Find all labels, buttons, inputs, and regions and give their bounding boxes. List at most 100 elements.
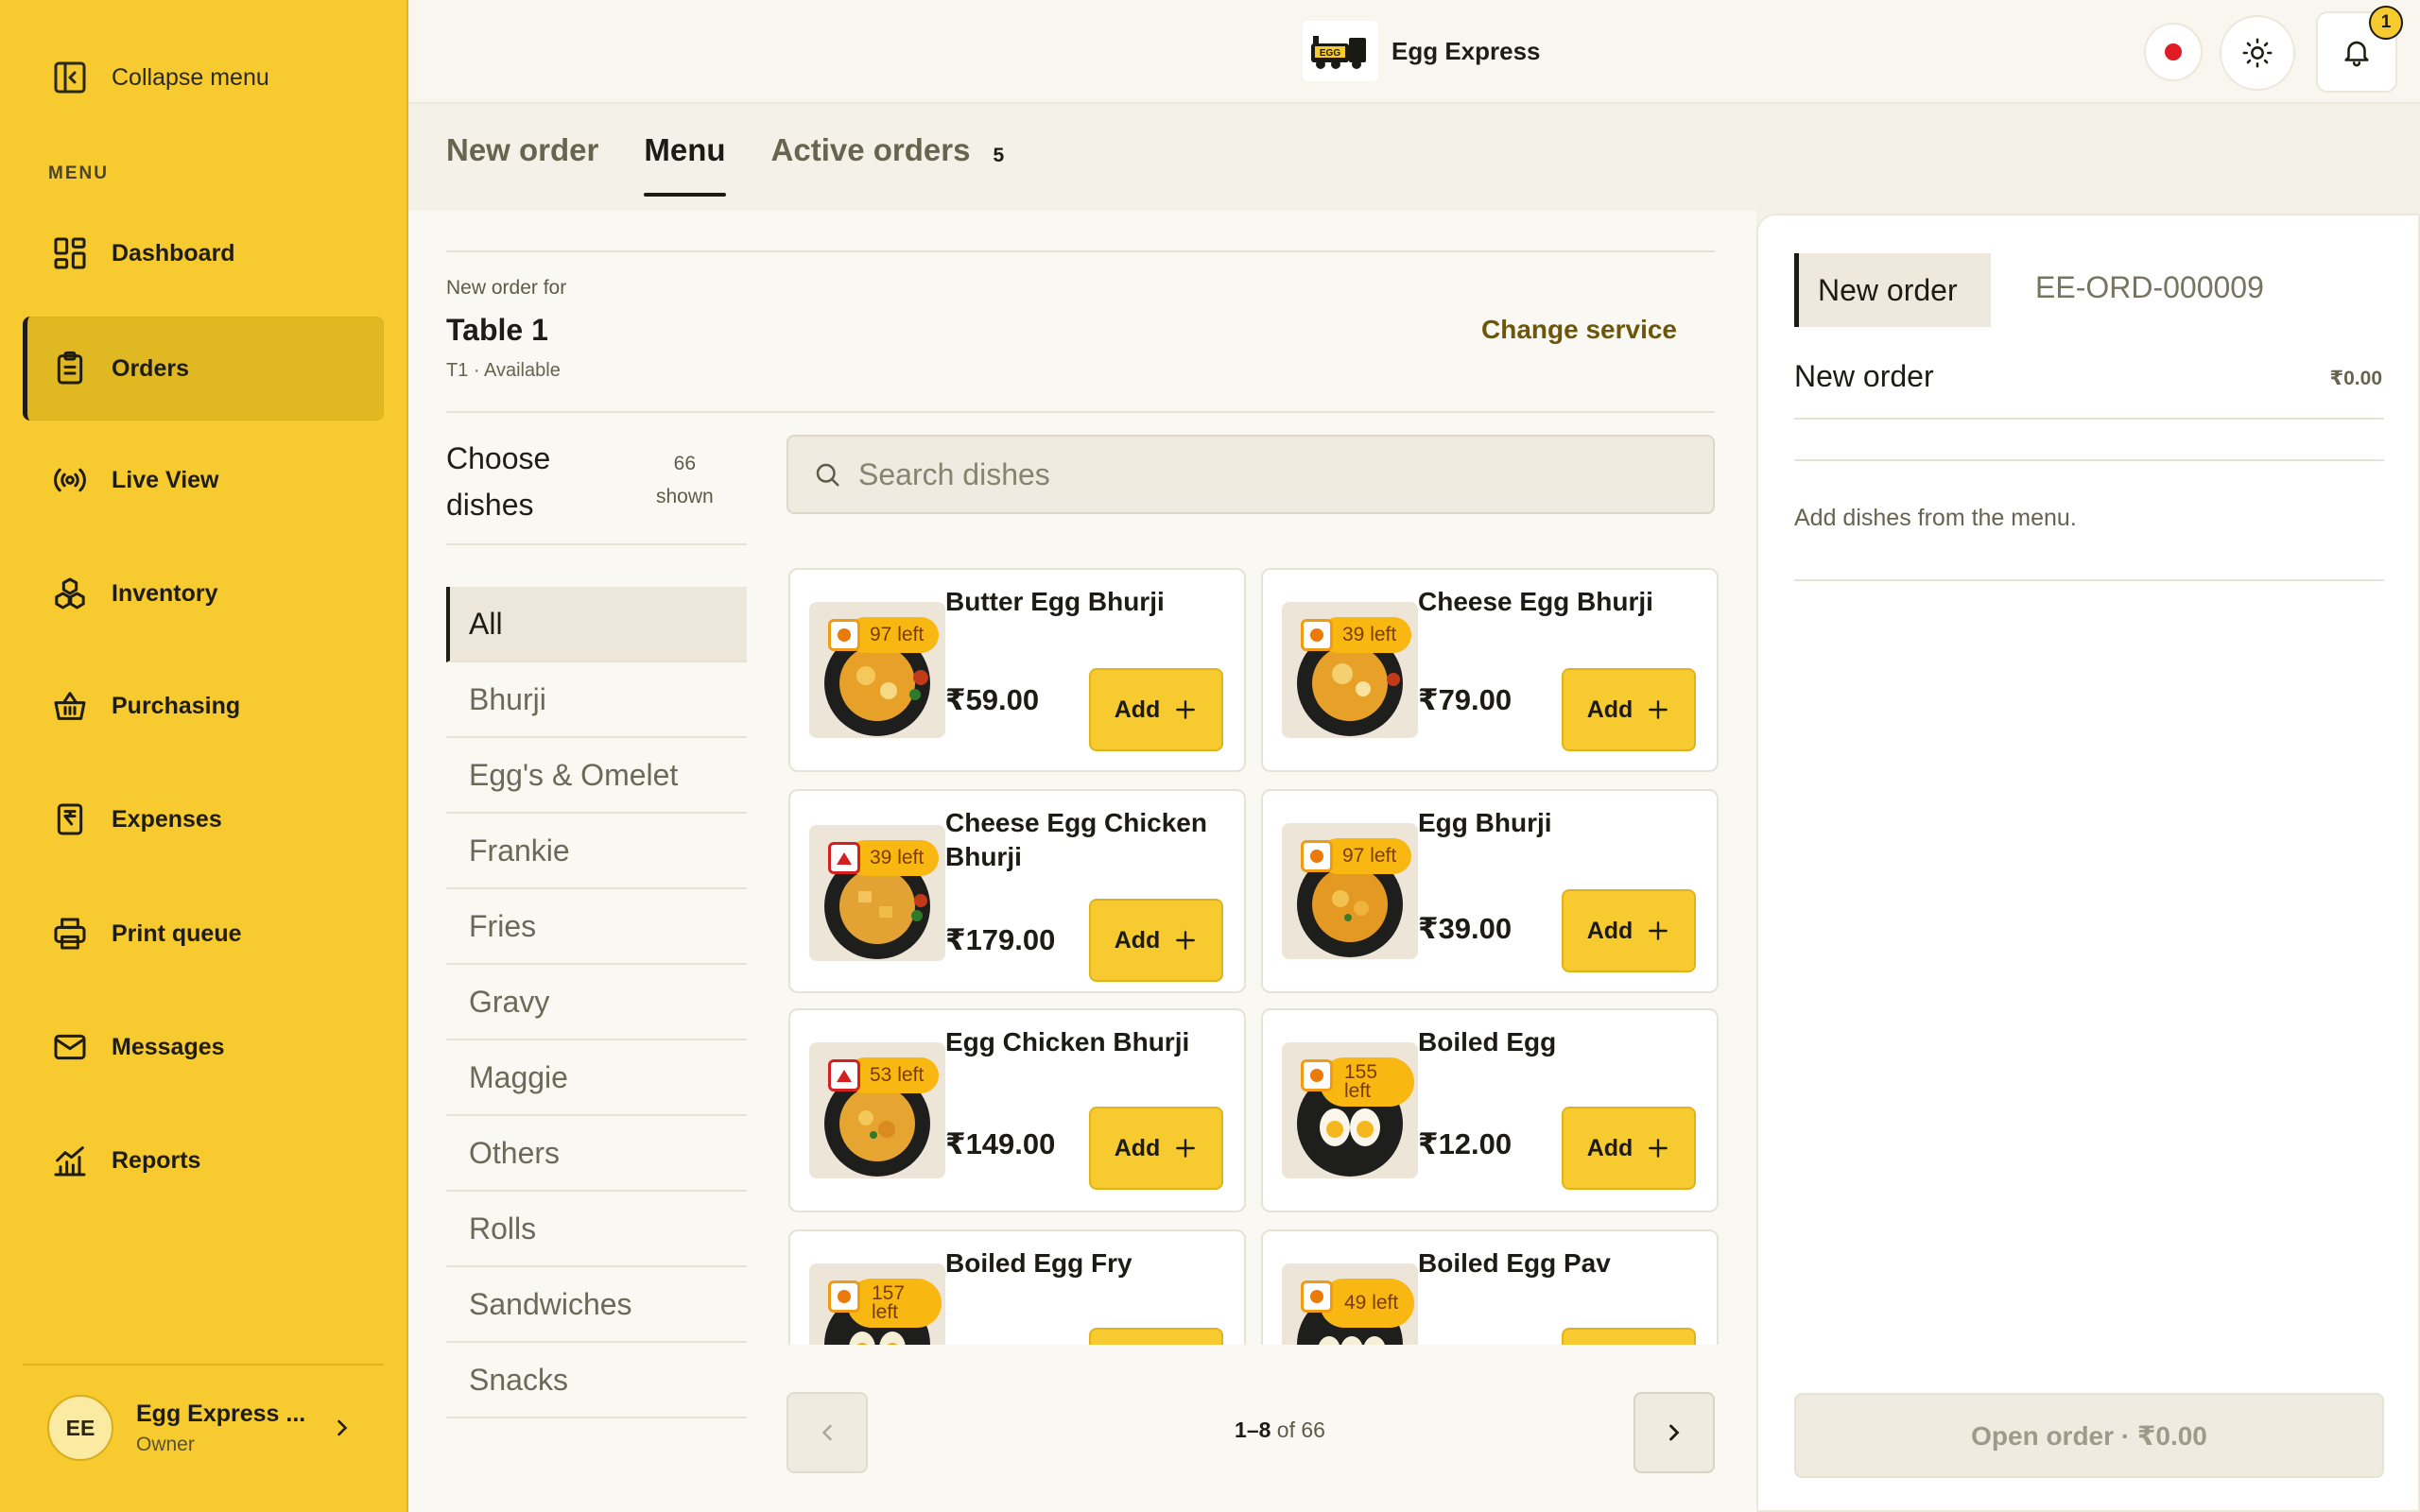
divider bbox=[1794, 459, 2384, 461]
sidebar-item-messages[interactable]: Messages bbox=[23, 995, 384, 1099]
user-role: Owner bbox=[136, 1433, 195, 1455]
category-all[interactable]: All bbox=[446, 587, 747, 662]
dish-image: 157 left bbox=[809, 1263, 945, 1345]
plus-icon bbox=[1176, 700, 1196, 719]
divider bbox=[446, 543, 747, 545]
sidebar-item-label: Print queue bbox=[112, 919, 242, 947]
dish-name: Boiled Egg Fry bbox=[945, 1248, 1132, 1278]
veg-indicator-icon bbox=[1301, 840, 1333, 872]
mail-icon bbox=[54, 1034, 86, 1060]
sidebar-item-orders[interactable]: Orders bbox=[23, 317, 384, 421]
basket-icon bbox=[54, 692, 86, 720]
add-dish-button[interactable]: Add bbox=[1089, 1107, 1223, 1190]
add-dish-button[interactable]: Add bbox=[1089, 1328, 1223, 1345]
category-gravy[interactable]: Gravy bbox=[446, 965, 747, 1040]
category-bhurji[interactable]: Bhurji bbox=[446, 662, 747, 738]
sidebar-item-inventory[interactable]: Inventory bbox=[23, 541, 384, 645]
dish-image: 49 left bbox=[1282, 1263, 1418, 1345]
sidebar-item-dashboard[interactable]: Dashboard bbox=[23, 201, 384, 305]
add-dish-button[interactable]: Add bbox=[1089, 899, 1223, 982]
top-bar: EGG Egg Express 1 bbox=[408, 0, 2420, 104]
dish-card: 53 left Egg Chicken Bhurji ₹149.00 Add bbox=[788, 1008, 1246, 1212]
tab-active-orders[interactable]: Active orders 5 bbox=[771, 132, 1005, 197]
brand: EGG Egg Express bbox=[1303, 21, 1541, 81]
notification-count-badge: 1 bbox=[2369, 6, 2403, 40]
dishes-count: 66 bbox=[673, 453, 697, 474]
dish-name: Boiled Egg Pav bbox=[1418, 1248, 1611, 1278]
dish-price: ₹12.00 bbox=[1418, 1127, 1512, 1160]
divider bbox=[1794, 418, 2384, 420]
next-page-button[interactable] bbox=[1634, 1392, 1715, 1473]
brand-logo-text: EGG bbox=[1320, 48, 1340, 59]
category-frankie[interactable]: Frankie bbox=[446, 814, 747, 889]
category-snacks[interactable]: Snacks bbox=[446, 1343, 747, 1418]
dish-name: Cheese Egg Bhurji bbox=[1418, 587, 1653, 616]
tab-label: New order bbox=[446, 132, 599, 167]
dish-image: 39 left bbox=[1282, 602, 1418, 738]
chart-icon bbox=[54, 1146, 86, 1177]
category-others[interactable]: Others bbox=[446, 1116, 747, 1192]
add-dish-button[interactable]: Add bbox=[1562, 1328, 1696, 1345]
dish-price: ₹59.00 bbox=[945, 683, 1040, 716]
order-title: New order bbox=[1794, 359, 1934, 393]
sidebar-item-label: Orders bbox=[112, 354, 189, 382]
stock-badge: 155 left bbox=[1320, 1057, 1414, 1107]
search-input[interactable] bbox=[858, 456, 1690, 492]
open-order-button[interactable]: Open order · ₹0.00 bbox=[1794, 1393, 2384, 1478]
tab-new-order[interactable]: New order bbox=[446, 132, 598, 197]
dashboard-icon bbox=[54, 237, 86, 269]
stock-badge: 97 left bbox=[847, 617, 940, 653]
notifications-button[interactable]: 1 bbox=[2316, 6, 2403, 93]
previous-page-button[interactable] bbox=[786, 1392, 868, 1473]
tab-menu[interactable]: Menu bbox=[644, 132, 726, 197]
order-tab-new[interactable]: New order bbox=[1794, 253, 1991, 327]
boxes-icon bbox=[55, 577, 85, 610]
add-label: Add bbox=[1114, 696, 1161, 723]
collapse-menu-button[interactable]: Collapse menu bbox=[51, 59, 269, 96]
page-total: of 66 bbox=[1276, 1418, 1325, 1442]
menu-section-label: MENU bbox=[48, 163, 109, 183]
theme-toggle-button[interactable] bbox=[2220, 15, 2295, 91]
sidebar-item-reports[interactable]: Reports bbox=[23, 1108, 384, 1212]
category-fries[interactable]: Fries bbox=[446, 889, 747, 965]
divider bbox=[446, 411, 1715, 413]
category-sandwiches[interactable]: Sandwiches bbox=[446, 1267, 747, 1343]
add-label: Add bbox=[1586, 696, 1634, 723]
sidebar-item-live-view[interactable]: Live View bbox=[23, 428, 384, 532]
dish-card: 157 left Boiled Egg Fry Add bbox=[788, 1229, 1246, 1345]
dish-card: 155 left Boiled Egg ₹12.00 Add bbox=[1261, 1008, 1719, 1212]
broadcast-icon bbox=[54, 468, 86, 492]
add-dish-button[interactable]: Add bbox=[1562, 668, 1696, 751]
search-icon bbox=[816, 463, 839, 487]
nonveg-indicator-icon bbox=[828, 842, 860, 874]
add-dish-button[interactable]: Add bbox=[1562, 889, 1696, 972]
clipboard-icon bbox=[57, 351, 83, 385]
category-eggs-omelet[interactable]: Egg's & Omelet bbox=[446, 738, 747, 814]
order-tab-existing[interactable]: EE-ORD-000009 bbox=[2035, 270, 2264, 305]
add-label: Add bbox=[1586, 1134, 1634, 1161]
tab-label: Active orders bbox=[770, 132, 971, 167]
record-dot-icon bbox=[2165, 43, 2182, 60]
change-service-button[interactable]: Change service bbox=[1481, 315, 1677, 345]
add-dish-button[interactable]: Add bbox=[1562, 1107, 1696, 1190]
divider bbox=[1794, 579, 2384, 581]
sidebar-item-print-queue[interactable]: Print queue bbox=[23, 882, 384, 986]
sidebar-item-label: Dashboard bbox=[112, 239, 235, 266]
sidebar-item-label: Live View bbox=[112, 466, 219, 493]
plus-icon bbox=[1649, 921, 1668, 940]
category-rolls[interactable]: Rolls bbox=[446, 1192, 747, 1267]
dish-price: ₹39.00 bbox=[1418, 912, 1512, 945]
plus-icon bbox=[1176, 931, 1196, 950]
user-profile-card[interactable]: EE Egg Express ... Owner bbox=[23, 1364, 384, 1490]
stock-badge: 53 left bbox=[847, 1057, 940, 1093]
tab-label: Menu bbox=[644, 132, 726, 167]
dish-name: Egg Bhurji bbox=[1418, 808, 1552, 837]
sidebar-item-expenses[interactable]: Expenses bbox=[23, 767, 384, 871]
rupee-receipt-icon bbox=[57, 803, 83, 835]
record-button[interactable] bbox=[2144, 23, 2203, 81]
add-dish-button[interactable]: Add bbox=[1089, 668, 1223, 751]
dish-price: ₹79.00 bbox=[1418, 683, 1512, 716]
sidebar-item-purchasing[interactable]: Purchasing bbox=[23, 654, 384, 758]
category-maggie[interactable]: Maggie bbox=[446, 1040, 747, 1116]
plus-icon bbox=[1649, 700, 1668, 719]
